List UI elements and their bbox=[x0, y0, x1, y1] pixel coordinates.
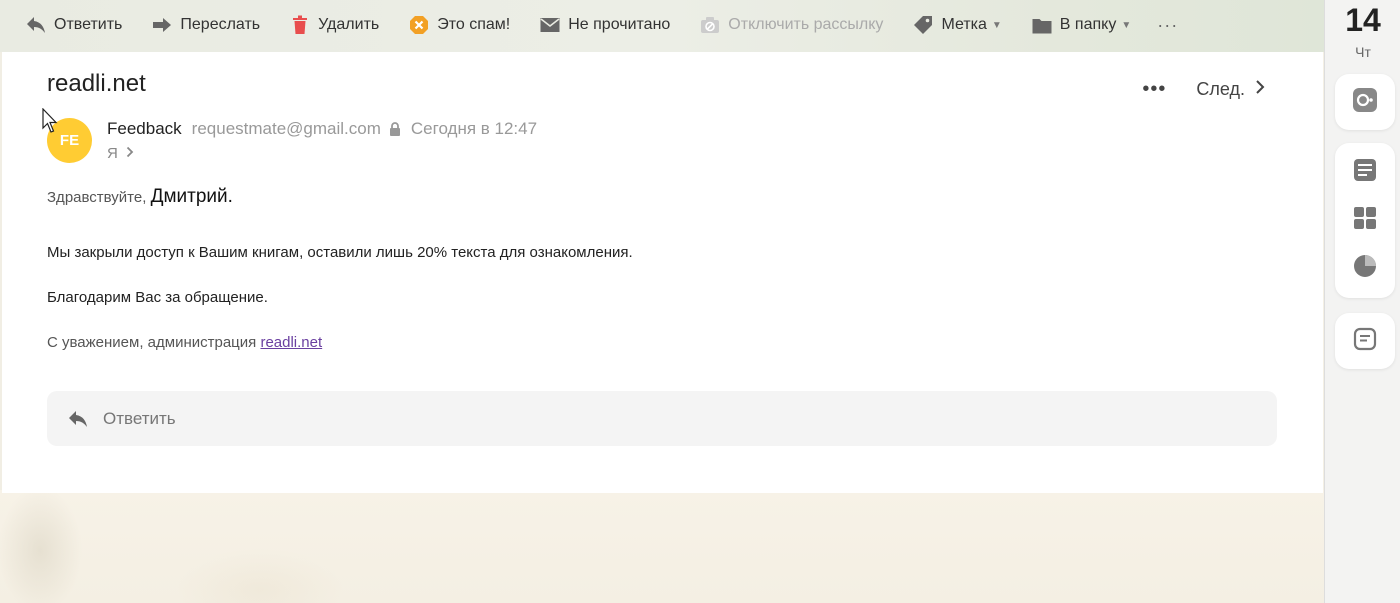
delete-label: Удалить bbox=[318, 16, 380, 33]
signature-link[interactable]: readli.net bbox=[260, 334, 322, 351]
sender-email[interactable]: requestmate@gmail.com bbox=[192, 119, 381, 139]
letter-panel: readli.net ••• След. FE Feedback request… bbox=[2, 52, 1323, 493]
next-letter-label: След. bbox=[1196, 79, 1245, 99]
forward-icon bbox=[152, 15, 172, 35]
letter-subject: readli.net bbox=[47, 70, 146, 97]
spam-label: Это спам! bbox=[437, 16, 511, 33]
greeting: Здравствуйте, Дмитрий. bbox=[47, 186, 1247, 208]
recipient-line[interactable]: Я bbox=[107, 145, 134, 162]
move-to-folder-button[interactable]: В папку ▼ bbox=[1032, 0, 1131, 50]
letter-more-button[interactable]: ••• bbox=[1142, 78, 1166, 101]
mail-toolbar: Ответить Переслать Удалить Это спам! Не … bbox=[0, 0, 1324, 50]
notes-icon bbox=[1353, 158, 1377, 187]
paragraph-thanks: Благодарим Вас за обращение. bbox=[47, 289, 268, 306]
caret-down-icon: ▼ bbox=[991, 19, 1002, 31]
label-button[interactable]: Метка ▼ bbox=[913, 0, 1002, 50]
signature: С уважением, администрация readli.net bbox=[47, 334, 1247, 351]
tag-icon bbox=[913, 15, 933, 35]
mouse-cursor-icon bbox=[42, 107, 58, 139]
mark-unread-label: Не прочитано bbox=[568, 16, 671, 33]
chevron-right-icon bbox=[126, 146, 134, 161]
reply-icon bbox=[67, 410, 89, 428]
unsubscribe-label: Отключить рассылку bbox=[728, 16, 884, 33]
pie-chart-icon bbox=[1353, 254, 1377, 283]
rail-card-services bbox=[1335, 143, 1395, 298]
more-actions-button[interactable]: ··· bbox=[1157, 15, 1178, 36]
next-letter-button[interactable]: След. bbox=[1196, 79, 1265, 100]
calendar-weekday: Чт bbox=[1355, 44, 1371, 60]
spam-icon bbox=[409, 15, 429, 35]
widgets-icon bbox=[1353, 206, 1377, 235]
quick-reply-placeholder: Ответить bbox=[103, 408, 176, 428]
greeting-name: Дмитрий. bbox=[150, 186, 233, 207]
right-rail: 14 Чт bbox=[1324, 0, 1400, 603]
rail-card-telemost bbox=[1335, 74, 1395, 130]
forward-label: Переслать bbox=[180, 16, 261, 33]
trash-icon bbox=[290, 15, 310, 35]
caret-down-icon: ▼ bbox=[1121, 19, 1132, 31]
disk-button[interactable] bbox=[1335, 244, 1395, 292]
label-label: Метка bbox=[941, 16, 987, 33]
letter-body: Здравствуйте, Дмитрий. Мы закрыли доступ… bbox=[47, 186, 1247, 351]
reply-icon bbox=[26, 15, 46, 35]
lock-icon bbox=[389, 122, 401, 136]
sender-line: Feedback requestmate@gmail.com Сегодня в… bbox=[107, 119, 537, 139]
greeting-prefix: Здравствуйте, bbox=[47, 189, 147, 206]
mail-page: Ответить Переслать Удалить Это спам! Не … bbox=[0, 0, 1324, 603]
chevron-right-icon bbox=[1255, 79, 1265, 100]
forward-button[interactable]: Переслать bbox=[152, 0, 260, 50]
paragraph-access: Мы закрыли доступ к Вашим книгам, остави… bbox=[47, 244, 633, 261]
video-call-icon bbox=[1352, 87, 1378, 118]
tasks-icon bbox=[1353, 327, 1377, 356]
folder-icon bbox=[1032, 15, 1052, 35]
delete-button[interactable]: Удалить bbox=[290, 0, 379, 50]
calendar-day[interactable]: 14 bbox=[1325, 2, 1400, 39]
unsubscribe-button[interactable]: Отключить рассылку bbox=[700, 0, 883, 50]
telemost-button[interactable] bbox=[1335, 74, 1395, 130]
envelope-icon bbox=[540, 15, 560, 35]
sender-name[interactable]: Feedback bbox=[107, 119, 182, 139]
notes-button[interactable] bbox=[1335, 148, 1395, 196]
signature-prefix: С уважением, администрация bbox=[47, 334, 257, 351]
widgets-button[interactable] bbox=[1335, 196, 1395, 244]
letter-header-actions: ••• След. bbox=[1142, 78, 1265, 101]
move-to-folder-label: В папку bbox=[1059, 16, 1117, 33]
rail-card-tasks bbox=[1335, 313, 1395, 369]
letter-date: Сегодня в 12:47 bbox=[410, 119, 538, 138]
unsubscribe-icon bbox=[700, 15, 720, 35]
spam-button[interactable]: Это спам! bbox=[409, 0, 510, 50]
tasks-button[interactable] bbox=[1335, 313, 1395, 369]
recipient-label: Я bbox=[107, 145, 118, 162]
quick-reply-box[interactable]: Ответить bbox=[47, 391, 1277, 446]
mark-unread-button[interactable]: Не прочитано bbox=[540, 0, 670, 50]
theme-background bbox=[0, 490, 1324, 603]
reply-label: Ответить bbox=[54, 16, 123, 33]
reply-button[interactable]: Ответить bbox=[26, 0, 122, 50]
